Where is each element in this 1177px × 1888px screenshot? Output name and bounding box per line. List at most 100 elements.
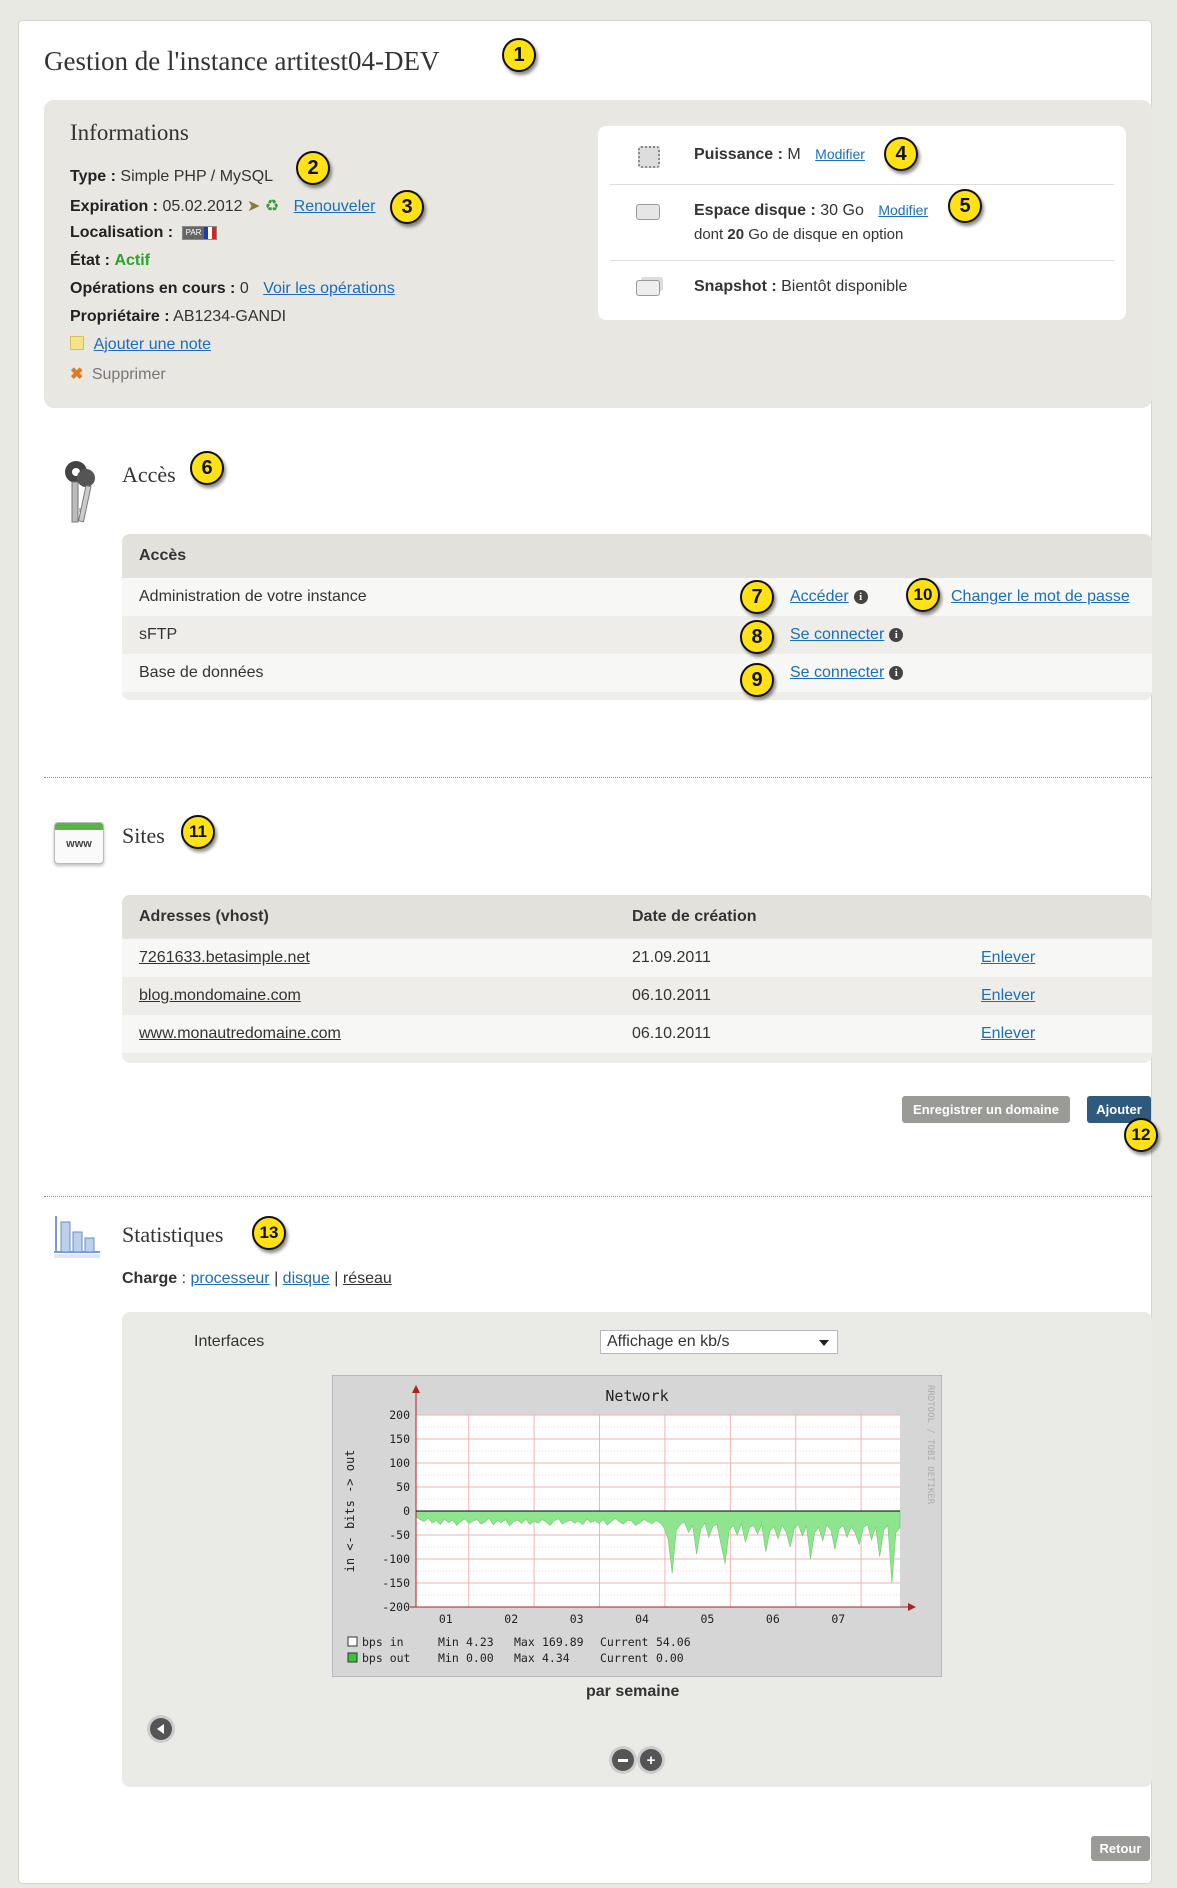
y-axis-label: in <- bits -> out <box>343 1450 357 1573</box>
www-icon: www <box>54 822 104 864</box>
section-divider <box>44 1196 1152 1197</box>
legend-out-current: 0.00 <box>656 1651 684 1665</box>
etat-label: État : <box>70 252 110 269</box>
delete-line[interactable]: ✖ Supprimer <box>70 364 166 384</box>
info-icon[interactable]: i <box>889 628 904 642</box>
back-button[interactable]: Retour <box>1091 1836 1150 1861</box>
chart-title: Network <box>605 1387 668 1405</box>
delete-label[interactable]: Supprimer <box>92 366 166 383</box>
legend-current-label: Current <box>600 1635 648 1649</box>
y-tick-label: 100 <box>389 1456 410 1470</box>
power-modify-link[interactable]: Modifier <box>815 146 865 162</box>
badge-12: 12 <box>1124 1118 1158 1152</box>
remove-site-link[interactable]: Enlever <box>981 1025 1035 1043</box>
plus-icon: + <box>646 1751 656 1769</box>
hard-disk-icon <box>636 204 660 220</box>
zoom-out-button[interactable] <box>612 1749 634 1771</box>
acces-table: Accès Administration de votre instance A… <box>122 534 1152 700</box>
y-tick-label: -150 <box>382 1576 410 1590</box>
creation-date: 06.10.2011 <box>632 987 711 1004</box>
creation-date: 06.10.2011 <box>632 1025 711 1042</box>
snapshot-disks-icon <box>636 280 660 296</box>
x-tick-label: 06 <box>766 1612 780 1626</box>
table-row: blog.mondomaine.com 06.10.2011 Enlever <box>122 977 1152 1015</box>
legend-in-name: bps in <box>362 1635 404 1649</box>
date-column-header: Date de création <box>632 908 757 925</box>
y-tick-label: 50 <box>396 1480 410 1494</box>
sites-table-header: Adresses (vhost) Date de création <box>122 895 1152 939</box>
expiration-line: Expiration : 05.02.2012 ➤ ♻ Renouveler <box>70 196 375 216</box>
unit-select-value: Affichage en kb/s <box>607 1333 730 1350</box>
legend-max-label: Max <box>514 1635 535 1649</box>
table-row: www.monautredomaine.com 06.10.2011 Enlev… <box>122 1015 1152 1053</box>
badge-10: 10 <box>906 578 940 612</box>
x-tick-label: 03 <box>570 1612 584 1626</box>
note-icon <box>70 336 84 350</box>
power-value: M <box>787 146 801 163</box>
type-line: Type : Simple PHP / MySQL <box>70 168 273 186</box>
add-note-link[interactable]: Ajouter une note <box>94 336 211 353</box>
sftp-connect-link[interactable]: Se connecter <box>790 626 884 643</box>
disk-modify-link[interactable]: Modifier <box>878 202 928 218</box>
view-operations-link[interactable]: Voir les opérations <box>263 280 395 297</box>
badge-11: 11 <box>181 815 215 849</box>
cpu-chip-icon <box>638 146 660 168</box>
localisation-line: Localisation : PAR <box>70 224 218 242</box>
change-password-link[interactable]: Changer le mot de passe <box>951 588 1130 606</box>
badge-3: 3 <box>390 190 424 224</box>
legend-in-current: 54.06 <box>656 1635 691 1649</box>
y-tick-label: 200 <box>389 1408 410 1422</box>
vhost-link[interactable]: 7261633.betasimple.net <box>139 949 310 967</box>
access-admin-link[interactable]: Accéder <box>790 588 849 605</box>
table-row: Base de données Se connecter i <box>122 654 1152 692</box>
legend-min-label: Min <box>438 1651 459 1665</box>
remove-site-link[interactable]: Enlever <box>981 949 1035 967</box>
badge-7: 7 <box>740 580 774 614</box>
remove-site-link[interactable]: Enlever <box>981 987 1035 1005</box>
legend-max-label: Max <box>514 1651 535 1665</box>
badge-9: 9 <box>740 663 774 697</box>
legend-swatch-out <box>347 1652 358 1663</box>
arrow-left-icon <box>156 1724 164 1734</box>
y-tick-label: 0 <box>403 1504 410 1518</box>
etat-line: État : Actif <box>70 252 150 270</box>
delete-x-icon: ✖ <box>70 366 84 383</box>
zoom-in-button[interactable]: + <box>640 1749 662 1771</box>
renew-link[interactable]: Renouveler <box>294 198 376 215</box>
badge-1: 1 <box>502 38 536 72</box>
unit-select[interactable]: Affichage en kb/s <box>600 1330 838 1354</box>
expiration-label: Expiration : <box>70 198 159 215</box>
owner-value: AB1234-GANDI <box>173 308 287 325</box>
vhost-link[interactable]: blog.mondomaine.com <box>139 987 301 1005</box>
cpu-link[interactable]: processeur <box>190 1270 269 1287</box>
table-row: sFTP Se connecter i <box>122 616 1152 654</box>
legend-in-min: 4.23 <box>466 1635 494 1649</box>
y-tick-label: -50 <box>389 1528 410 1542</box>
info-icon[interactable]: i <box>889 666 904 680</box>
disk-option-note: dont 20 Go de disque en option <box>694 226 904 243</box>
legend-out-name: bps out <box>362 1651 410 1665</box>
disk-link[interactable]: disque <box>283 1270 330 1287</box>
sites-heading: Sites <box>122 823 165 848</box>
vhost-link[interactable]: www.monautredomaine.com <box>139 1025 341 1043</box>
keys-icon <box>65 461 95 523</box>
row-label: Base de données <box>139 664 264 681</box>
table-row: 7261633.betasimple.net 21.09.2011 Enleve… <box>122 939 1152 977</box>
type-label: Type : <box>70 168 116 185</box>
network-link[interactable]: réseau <box>343 1270 392 1287</box>
expiration-value: 05.02.2012 <box>162 198 243 215</box>
database-connect-link[interactable]: Se connecter <box>790 664 884 681</box>
operations-value: 0 <box>239 280 249 297</box>
charge-label: Charge <box>122 1270 178 1287</box>
separator <box>610 184 1114 185</box>
register-domain-button[interactable]: Enregistrer un domaine <box>902 1096 1070 1123</box>
interfaces-label: Interfaces <box>194 1333 265 1350</box>
row-label: Administration de votre instance <box>139 588 367 605</box>
informations-heading: Informations <box>70 120 189 145</box>
badge-4: 4 <box>884 137 918 171</box>
rrdtool-credit: RRDTOOL / TOBI OETIKER <box>925 1385 935 1505</box>
legend-current-label: Current <box>600 1651 648 1665</box>
info-icon[interactable]: i <box>853 590 868 604</box>
x-tick-label: 07 <box>831 1612 845 1626</box>
previous-period-button[interactable] <box>150 1718 172 1740</box>
